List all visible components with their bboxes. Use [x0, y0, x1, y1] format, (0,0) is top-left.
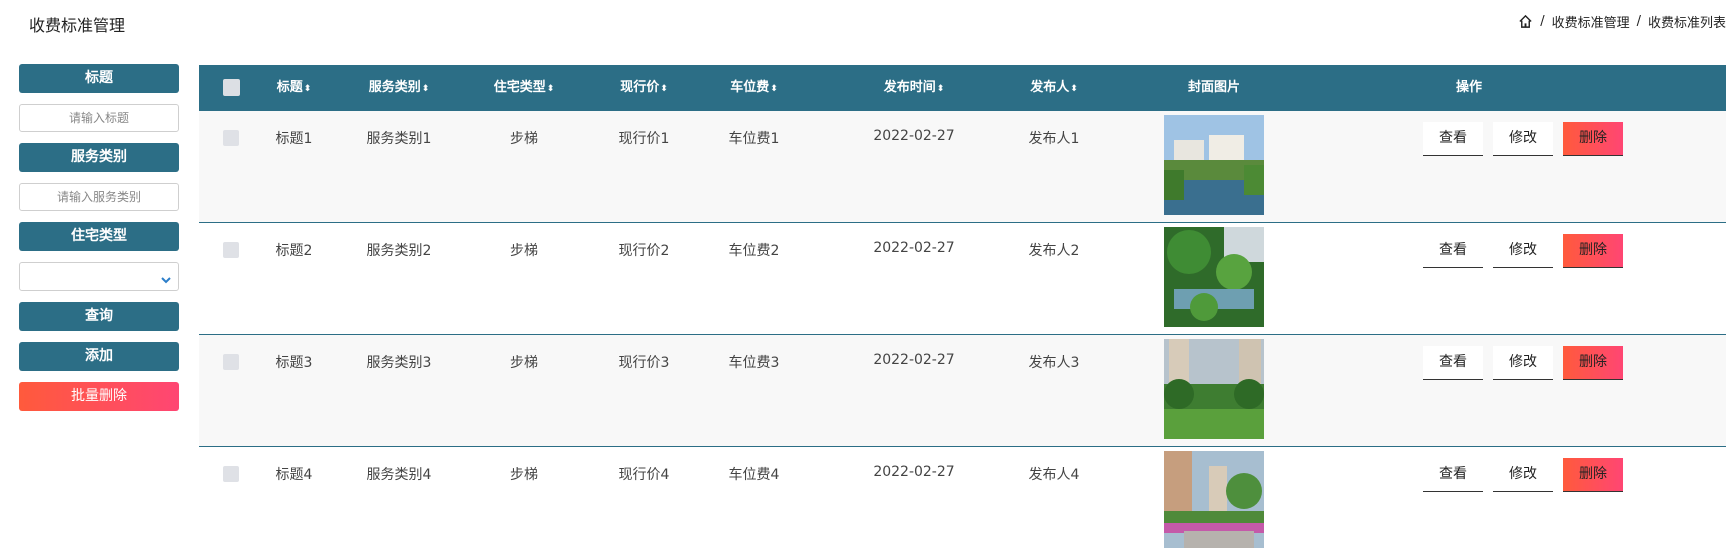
- delete-button[interactable]: 删除: [1563, 122, 1623, 156]
- column-header-publisher[interactable]: 发布人⬍: [1009, 65, 1099, 110]
- sort-icon: ⬍: [546, 84, 555, 94]
- category-search-input[interactable]: 请输入服务类别: [19, 183, 179, 211]
- cell-title: 标题4: [275, 467, 313, 483]
- add-button[interactable]: 添加: [19, 342, 179, 371]
- cell-date: 2022-02-27: [873, 352, 955, 368]
- row-checkbox[interactable]: [223, 242, 239, 258]
- table-header: 标题⬍ 服务类别⬍ 住宅类型⬍ 现行价⬍ 车位费⬍ 发布时间⬍ 发布人⬍ 封面图…: [199, 65, 1726, 110]
- breadcrumb: / 收费标准管理 / 收费标准列表: [1518, 12, 1726, 31]
- breadcrumb-item-list: 收费标准列表: [1647, 16, 1726, 31]
- cell-parking: 车位费1: [728, 131, 780, 147]
- column-header-label: 车位费: [730, 80, 770, 95]
- cell-title: 标题3: [275, 355, 313, 371]
- cell-date: 2022-02-27: [873, 464, 955, 480]
- cell-date: 2022-02-27: [873, 128, 955, 144]
- delete-button[interactable]: 删除: [1563, 458, 1623, 492]
- column-header-label: 发布时间: [883, 80, 936, 95]
- column-header-label: 服务类别: [368, 80, 421, 95]
- select-all-checkbox[interactable]: [223, 79, 240, 96]
- cell-title: 标题1: [275, 131, 313, 147]
- breadcrumb-item-management[interactable]: 收费标准管理: [1552, 12, 1630, 31]
- cell-publisher: 发布人1: [1028, 131, 1080, 147]
- title-filter-label: 标题: [19, 64, 179, 93]
- cell-category: 服务类别3: [366, 355, 432, 371]
- cell-publisher: 发布人2: [1028, 243, 1080, 259]
- sort-icon: ⬍: [770, 84, 778, 94]
- cell-price: 现行价1: [618, 131, 670, 147]
- column-header-cover: 封面图片: [1187, 80, 1240, 95]
- sort-icon: ⬍: [303, 84, 312, 94]
- sort-icon: ⬍: [936, 84, 945, 94]
- cell-publisher: 发布人3: [1028, 355, 1080, 371]
- home-icon[interactable]: [1518, 14, 1533, 29]
- page-title: 收费标准管理: [29, 16, 126, 35]
- column-header-title[interactable]: 标题⬍: [259, 65, 329, 110]
- column-header-price[interactable]: 现行价⬍: [599, 65, 689, 110]
- edit-button[interactable]: 修改: [1493, 458, 1553, 492]
- cover-image[interactable]: [1164, 227, 1264, 327]
- batch-delete-button[interactable]: 批量删除: [19, 382, 179, 411]
- page: 收费标准管理 / 收费标准管理 / 收费标准列表 标题 请输入标题 服务类别 请…: [0, 0, 1726, 548]
- column-header-date[interactable]: 发布时间⬍: [859, 65, 969, 110]
- cell-parking: 车位费4: [728, 467, 780, 483]
- cell-category: 服务类别2: [366, 243, 432, 259]
- sort-icon: ⬍: [660, 84, 668, 94]
- table-row: 标题2 服务类别2 步梯 现行价2 车位费2 2022-02-27 发布人2 查…: [199, 222, 1726, 334]
- chevron-down-icon: [160, 271, 172, 284]
- cover-image[interactable]: [1164, 115, 1264, 215]
- sort-icon: ⬍: [1070, 84, 1078, 94]
- column-header-parking[interactable]: 车位费⬍: [709, 65, 799, 110]
- cell-title: 标题2: [275, 243, 313, 259]
- cover-image[interactable]: [1164, 451, 1264, 548]
- delete-button[interactable]: 删除: [1563, 346, 1623, 380]
- breadcrumb-separator: /: [1636, 14, 1641, 29]
- housing-filter-label: 住宅类型: [19, 222, 179, 251]
- title-search-input[interactable]: 请输入标题: [19, 104, 179, 132]
- cell-price: 现行价4: [618, 467, 670, 483]
- column-header-label: 标题: [276, 80, 303, 95]
- fee-standard-table: 标题⬍ 服务类别⬍ 住宅类型⬍ 现行价⬍ 车位费⬍ 发布时间⬍ 发布人⬍ 封面图…: [199, 65, 1726, 548]
- cover-image[interactable]: [1164, 339, 1264, 439]
- column-header-housing[interactable]: 住宅类型⬍: [469, 65, 579, 110]
- cell-price: 现行价2: [618, 243, 670, 259]
- delete-button[interactable]: 删除: [1563, 234, 1623, 268]
- sort-icon: ⬍: [421, 84, 430, 94]
- cell-housing: 步梯: [510, 131, 538, 147]
- column-header-category[interactable]: 服务类别⬍: [344, 65, 454, 110]
- row-checkbox[interactable]: [223, 130, 239, 146]
- table-row: 标题4 服务类别4 步梯 现行价4 车位费4 2022-02-27 发布人4 查…: [199, 446, 1726, 548]
- cell-housing: 步梯: [510, 243, 538, 259]
- view-button[interactable]: 查看: [1423, 346, 1483, 380]
- category-filter-label: 服务类别: [19, 143, 179, 172]
- column-header-label: 住宅类型: [493, 80, 546, 95]
- row-checkbox[interactable]: [223, 466, 239, 482]
- search-panel: 标题 请输入标题 服务类别 请输入服务类别 住宅类型 查询 添加 批量删除: [19, 64, 179, 411]
- cell-parking: 车位费2: [728, 243, 780, 259]
- cell-category: 服务类别4: [366, 467, 432, 483]
- column-header-actions: 操作: [1455, 80, 1482, 95]
- view-button[interactable]: 查看: [1423, 234, 1483, 268]
- table-body: 标题1 服务类别1 步梯 现行价1 车位费1 2022-02-27 发布人1 查…: [199, 110, 1726, 548]
- cell-parking: 车位费3: [728, 355, 780, 371]
- column-header-label: 现行价: [620, 80, 660, 95]
- cell-housing: 步梯: [510, 355, 538, 371]
- query-button[interactable]: 查询: [19, 302, 179, 331]
- view-button[interactable]: 查看: [1423, 122, 1483, 156]
- column-header-label: 发布人: [1030, 80, 1070, 95]
- cell-housing: 步梯: [510, 467, 538, 483]
- row-checkbox[interactable]: [223, 354, 239, 370]
- cell-price: 现行价3: [618, 355, 670, 371]
- edit-button[interactable]: 修改: [1493, 346, 1553, 380]
- housing-type-select[interactable]: [19, 262, 179, 291]
- cell-category: 服务类别1: [366, 131, 432, 147]
- table-row: 标题3 服务类别3 步梯 现行价3 车位费3 2022-02-27 发布人3 查…: [199, 334, 1726, 446]
- breadcrumb-separator: /: [1540, 14, 1545, 29]
- cell-publisher: 发布人4: [1028, 467, 1080, 483]
- edit-button[interactable]: 修改: [1493, 122, 1553, 156]
- cell-date: 2022-02-27: [873, 240, 955, 256]
- table-row: 标题1 服务类别1 步梯 现行价1 车位费1 2022-02-27 发布人1 查…: [199, 110, 1726, 222]
- edit-button[interactable]: 修改: [1493, 234, 1553, 268]
- view-button[interactable]: 查看: [1423, 458, 1483, 492]
